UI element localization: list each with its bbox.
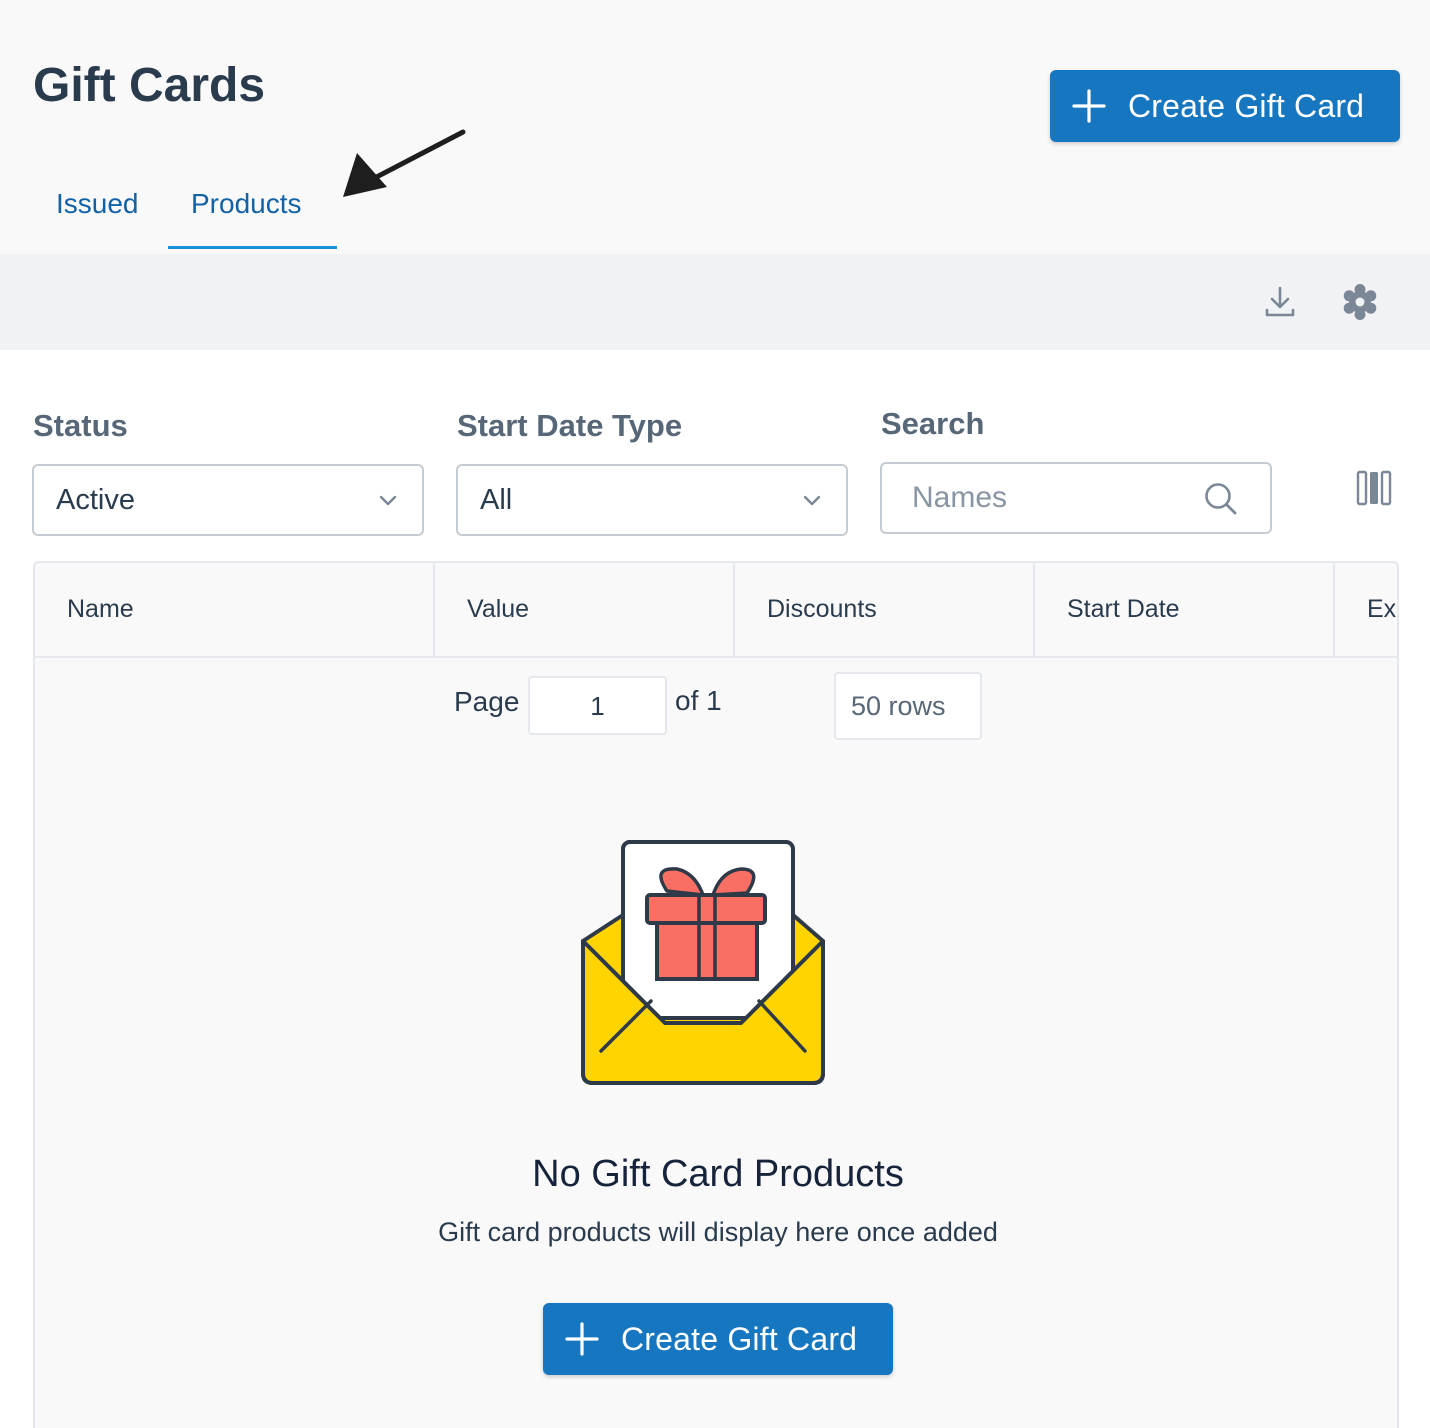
status-select-value: Active (56, 483, 135, 516)
column-header-start-date[interactable]: Start Date (1035, 563, 1335, 656)
column-header-expiration[interactable]: Exp (1335, 563, 1397, 656)
table-toolbar (0, 254, 1430, 350)
tab-products[interactable]: Products (168, 170, 337, 249)
pagination-total-label: of 1 (675, 685, 722, 716)
page-title: Gift Cards (33, 59, 266, 112)
pagination-page-label: Page (454, 686, 520, 717)
search-box (880, 462, 1272, 534)
products-table: Name Value Discounts Start Date Exp Page… (33, 561, 1399, 1428)
start-date-type-label: Start Date Type (457, 408, 683, 443)
rows-per-page-value: 50 rows (851, 690, 946, 721)
chevron-down-icon (802, 490, 822, 515)
empty-state-subtitle: Gift card products will display here onc… (438, 1217, 998, 1247)
column-header-name[interactable]: Name (35, 563, 435, 656)
rows-per-page-select[interactable]: 50 rows (834, 672, 982, 740)
search-icon[interactable] (1204, 482, 1238, 521)
status-select[interactable]: Active (32, 464, 424, 536)
empty-state-create-button[interactable]: Create Gift Card (543, 1303, 893, 1375)
table-header: Name Value Discounts Start Date Exp (35, 563, 1397, 658)
status-filter-label: Status (33, 408, 128, 443)
gear-icon[interactable] (1340, 282, 1380, 322)
columns-icon[interactable] (1356, 470, 1392, 511)
search-label: Search (881, 406, 985, 441)
column-header-value[interactable]: Value (435, 563, 735, 656)
create-gift-card-label: Create Gift Card (1128, 87, 1365, 124)
chevron-down-icon (378, 490, 398, 515)
content-area: Status Active Start Date Type All Search (0, 350, 1430, 1428)
plus-icon (565, 1322, 599, 1356)
create-gift-card-button[interactable]: Create Gift Card (1050, 70, 1400, 142)
empty-state-title: No Gift Card Products (532, 1153, 904, 1195)
pagination-page-input[interactable] (528, 676, 667, 735)
column-header-discounts[interactable]: Discounts (735, 563, 1035, 656)
start-date-type-value: All (480, 483, 513, 516)
plus-icon (1072, 89, 1106, 123)
search-input[interactable] (912, 478, 1212, 518)
empty-state-create-label: Create Gift Card (621, 1320, 858, 1357)
start-date-type-select[interactable]: All (456, 464, 848, 536)
tab-issued[interactable]: Issued (33, 170, 168, 249)
gift-envelope-icon (581, 840, 825, 1085)
tab-bar: Issued Products (33, 170, 337, 250)
annotation-arrow-icon (343, 129, 466, 197)
download-icon[interactable] (1260, 282, 1300, 322)
